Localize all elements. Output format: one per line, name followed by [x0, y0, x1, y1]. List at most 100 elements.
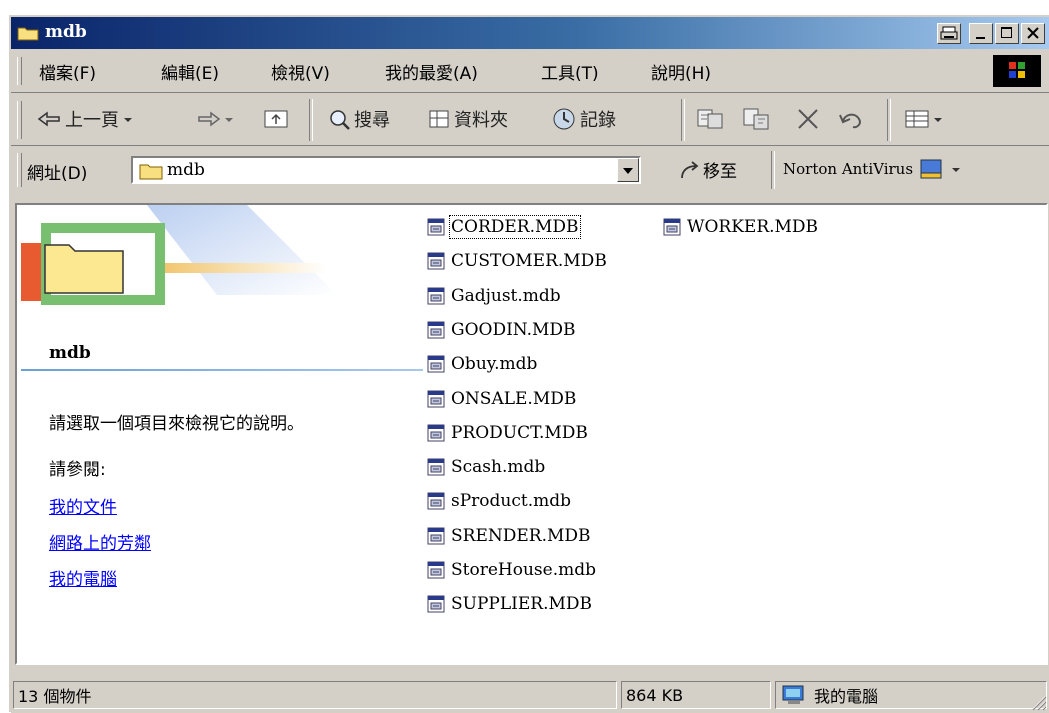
access-database-icon	[427, 321, 445, 339]
file-name: GOODIN.MDB	[451, 319, 576, 340]
file-item[interactable]: Gadjust.mdb	[427, 280, 562, 312]
link-my-computer[interactable]: 我的電腦	[49, 565, 117, 590]
views-button[interactable]	[903, 103, 945, 135]
address-dropdown-button[interactable]	[617, 158, 639, 182]
link-my-documents[interactable]: 我的文件	[49, 493, 117, 518]
file-name: Scash.mdb	[451, 457, 546, 478]
explorer-window: mdb 檔案(F) 編輯(E) 檢視(V) 我的最愛(A) 工具(T) 說明(H…	[8, 14, 1049, 713]
history-button[interactable]: 記錄	[551, 103, 616, 135]
folder-icon	[17, 27, 39, 41]
maximize-button[interactable]	[995, 23, 1019, 44]
file-item[interactable]: GOODIN.MDB	[427, 314, 577, 346]
forward-arrow-icon	[198, 111, 221, 127]
delete-icon	[798, 109, 818, 129]
pane-folder-name: mdb	[49, 343, 91, 363]
file-item[interactable]: StoreHouse.mdb	[427, 554, 597, 586]
move-to-button[interactable]	[695, 103, 727, 135]
file-item[interactable]: PRODUCT.MDB	[427, 417, 589, 449]
toolbar-grip[interactable]	[17, 101, 22, 139]
history-label: 記錄	[580, 110, 616, 131]
chevron-down-icon	[623, 168, 633, 174]
access-database-icon	[427, 424, 445, 442]
windows-logo-icon	[993, 55, 1041, 87]
chevron-down-icon	[952, 168, 961, 172]
link-network-neighborhood[interactable]: 網路上的芳鄰	[49, 529, 151, 554]
menu-edit[interactable]: 編輯(E)	[161, 59, 219, 84]
undo-button[interactable]	[837, 103, 865, 135]
toolbar-separator	[771, 151, 775, 189]
access-database-icon	[427, 252, 445, 270]
back-arrow-icon	[37, 111, 60, 127]
file-name: CUSTOMER.MDB	[451, 251, 607, 272]
toolbar-separator	[887, 99, 891, 141]
norton-icon	[920, 159, 942, 179]
file-item[interactable]: WORKER.MDB	[663, 211, 819, 243]
window-title: mdb	[45, 22, 87, 42]
delete-button[interactable]	[795, 103, 821, 135]
go-button[interactable]: 移至	[679, 157, 737, 182]
file-item[interactable]: sProduct.mdb	[427, 485, 572, 517]
file-item[interactable]: SRENDER.MDB	[427, 520, 592, 552]
go-label: 移至	[703, 162, 737, 182]
address-bar-grip[interactable]	[17, 153, 22, 187]
address-bar: 網址(D) mdb 移至 Norton AntiVirus	[11, 147, 1049, 193]
resize-grip[interactable]	[1027, 691, 1047, 711]
undo-icon	[839, 113, 861, 129]
search-icon	[330, 110, 350, 130]
file-name: sProduct.mdb	[451, 491, 571, 512]
file-name: WORKER.MDB	[687, 217, 819, 237]
file-name: PRODUCT.MDB	[451, 422, 588, 443]
access-database-icon	[427, 287, 445, 305]
file-name: SUPPLIER.MDB	[451, 594, 592, 615]
pane-divider	[21, 369, 423, 371]
access-database-icon	[427, 218, 445, 236]
file-name: Obuy.mdb	[451, 354, 538, 375]
folders-button[interactable]: 資料夾	[427, 103, 508, 135]
file-name: Gadjust.mdb	[451, 285, 561, 306]
file-item[interactable]: CUSTOMER.MDB	[427, 245, 608, 277]
close-button[interactable]	[1021, 23, 1045, 44]
menu-favorites[interactable]: 我的最愛(A)	[385, 59, 478, 84]
up-button[interactable]	[263, 103, 289, 135]
go-arrow-icon	[681, 160, 699, 178]
print-icon[interactable]	[937, 23, 961, 44]
views-icon	[905, 110, 929, 128]
toolbar-separator	[309, 99, 313, 141]
back-button[interactable]: 上一頁	[37, 103, 137, 135]
menu-file[interactable]: 檔案(F)	[39, 59, 96, 84]
folders-icon	[429, 110, 449, 128]
pane-see-also: 請參閱:	[49, 460, 106, 480]
access-database-icon	[427, 390, 445, 407]
menu-tools[interactable]: 工具(T)	[541, 59, 599, 84]
minimize-button[interactable]	[969, 23, 993, 44]
copy-to-button[interactable]	[741, 103, 773, 135]
menu-help[interactable]: 說明(H)	[651, 59, 711, 84]
file-item[interactable]: SUPPLIER.MDB	[427, 588, 593, 620]
access-database-icon	[427, 561, 445, 579]
file-item[interactable]: Obuy.mdb	[427, 348, 538, 380]
toolbar-separator	[681, 99, 685, 141]
file-item[interactable]: CORDER.MDB	[427, 211, 581, 243]
file-item[interactable]: ONSALE.MDB	[427, 383, 577, 415]
file-item[interactable]: Scash.mdb	[427, 451, 546, 483]
file-name: StoreHouse.mdb	[451, 560, 596, 580]
address-label: 網址(D)	[27, 164, 88, 184]
status-bar: 13 個物件 864 KB 我的電腦	[11, 675, 1049, 713]
address-input[interactable]: mdb	[131, 156, 641, 184]
pane-description: 請選取一個項目來檢視它的說明。	[49, 414, 304, 434]
up-folder-icon	[264, 110, 288, 128]
folders-label: 資料夾	[454, 110, 508, 131]
chevron-down-icon	[934, 118, 942, 122]
file-name: SRENDER.MDB	[451, 525, 591, 546]
menu-bar-grip[interactable]	[17, 57, 22, 85]
norton-antivirus-button[interactable]: Norton AntiVirus	[783, 157, 963, 181]
access-database-icon	[427, 458, 445, 476]
forward-button[interactable]	[197, 103, 237, 135]
chevron-down-icon	[124, 118, 132, 122]
copy-to-icon	[743, 108, 769, 130]
my-computer-icon	[782, 685, 804, 704]
menu-view[interactable]: 檢視(V)	[271, 59, 330, 84]
search-button[interactable]: 搜尋	[327, 103, 390, 135]
title-bar[interactable]: mdb	[11, 17, 1049, 49]
web-view-pane: mdb 請選取一個項目來檢視它的說明。 請參閱: 我的文件 網路上的芳鄰 我的電…	[17, 205, 425, 663]
